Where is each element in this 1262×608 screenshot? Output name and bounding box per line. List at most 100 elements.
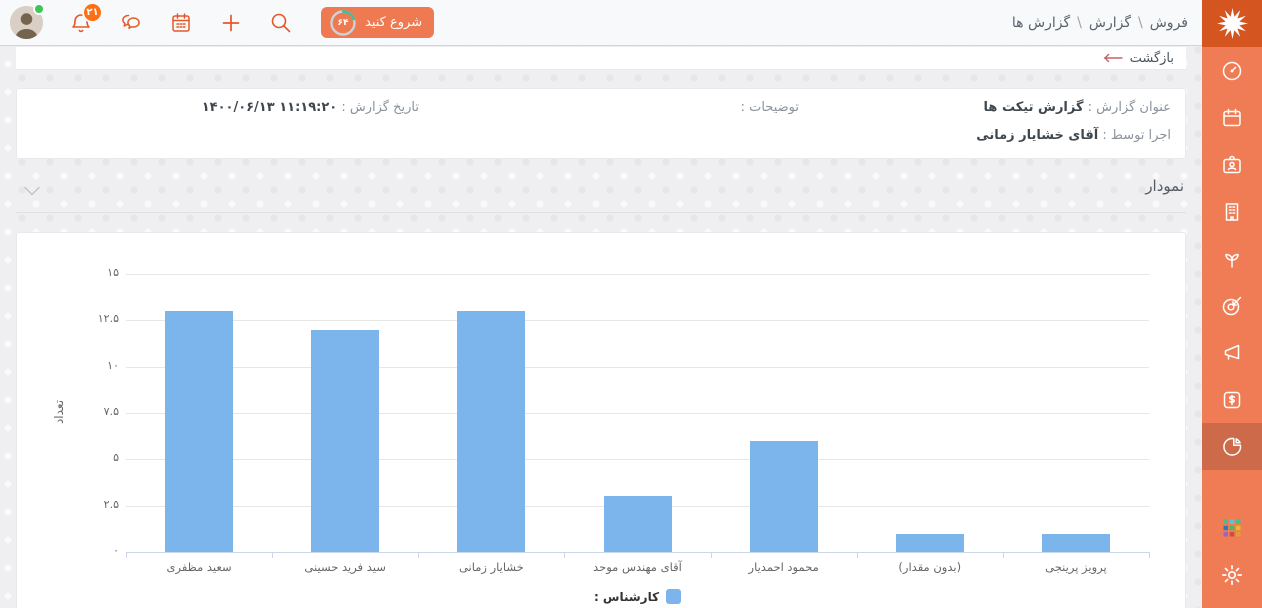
calendar-icon [1220,106,1244,130]
x-axis-tick [1003,552,1004,558]
back-strip: بازگشت [16,47,1186,70]
chart-bar[interactable] [1042,534,1110,553]
chart-card: تعداد کارشناس : ۰۲.۵۵۷.۵۱۰۱۲.۵۱۵سعید مظف… [16,232,1186,608]
notification-badge[interactable]: ۲۱ [82,2,103,23]
progress-gauge: ۶۴ [329,9,357,37]
megaphone-icon [1220,341,1244,365]
gridline [126,274,1149,275]
y-tick-label: ۱۵ [57,266,119,279]
sidebar-item-apps[interactable] [1202,504,1262,551]
chart-bar[interactable] [896,534,964,553]
report-info-card: عنوان گزارش : گزارش تیکت ها توضیحات : تا… [16,88,1186,159]
x-axis-tick [711,552,712,558]
chart-bar[interactable] [165,311,233,552]
back-button[interactable]: بازگشت [1103,51,1174,66]
breadcrumb: فروش \ گزارش \ گزارش ها [1012,15,1188,31]
dollar-invoice-icon [1220,388,1244,412]
chart-section-title: نمودار [1145,177,1184,195]
target-icon [1220,294,1244,318]
chart-bar[interactable] [457,311,525,552]
top-bar: فروش \ گزارش \ گزارش ها شروع کنید ۶۴ [0,0,1202,46]
section-divider [16,212,1186,213]
x-axis-label: سید فرید حسینی [272,560,418,574]
report-date-label: تاریخ گزارش : [341,100,419,115]
gauge-value: ۶۴ [329,9,357,37]
start-button[interactable]: شروع کنید ۶۴ [321,7,434,38]
report-date-field: تاریخ گزارش : ۱۴۰۰/۰۶/۱۳ ۱۱:۱۹:۲۰ [202,100,419,115]
x-axis-tick [126,552,127,558]
x-axis-tick [1149,552,1150,558]
apps-grid-icon [1220,516,1244,540]
sidebar-item-settings[interactable] [1202,551,1262,598]
y-tick-label: ۲.۵ [57,498,119,511]
report-date-value: ۱۴۰۰/۰۶/۱۳ ۱۱:۱۹:۲۰ [202,100,338,115]
legend-label: کارشناس : [594,590,659,604]
x-axis-label: (بدون مقدار) [857,560,1003,574]
x-axis-label: پرویز پرینجی [1003,560,1149,574]
report-description-field: توضیحات : [741,100,799,115]
notifications[interactable]: ۲۱ [69,11,93,35]
x-axis-label: خشایار زمانی [418,560,564,574]
x-axis-label: آقای مهندس موحد [564,560,710,574]
back-arrow-icon [1103,53,1123,63]
calendar-icon[interactable] [169,11,193,35]
sidebar-item-organizations[interactable] [1202,188,1262,235]
app-logo[interactable] [1202,0,1262,47]
avatar[interactable] [10,6,43,39]
report-description-label: توضیحات : [741,100,799,115]
sidebar-gap [1202,470,1262,504]
chevron-down-icon[interactable] [24,181,40,191]
report-title-field: عنوان گزارش : گزارش تیکت ها [984,100,1171,115]
report-title-label: عنوان گزارش : [1088,100,1171,115]
sidebar-item-billing[interactable] [1202,376,1262,423]
y-tick-label: ۱۰ [57,359,119,372]
sidebar-item-dashboard[interactable] [1202,47,1262,94]
sidebar-item-contacts[interactable] [1202,141,1262,188]
gridline [126,367,1149,368]
report-runby-field: اجرا توسط : آقای خشایار زمانی [976,128,1171,143]
chart-bar[interactable] [311,330,379,552]
breadcrumb-reports[interactable]: گزارش ها [1012,15,1070,31]
sprout-icon [1220,247,1244,271]
sidebar-item-goals[interactable] [1202,282,1262,329]
chart-legend[interactable]: کارشناس : [126,589,1149,604]
sidebar-item-calendar[interactable] [1202,94,1262,141]
gridline [126,413,1149,414]
sidebar-item-growth[interactable] [1202,235,1262,282]
gauge-icon [1220,59,1244,83]
id-card-icon [1220,153,1244,177]
pie-chart-icon [1220,435,1244,459]
breadcrumb-sales[interactable]: فروش [1150,15,1188,31]
x-axis-label: محمود احمدیار [711,560,857,574]
legend-swatch [666,589,681,604]
x-axis-tick [418,552,419,558]
report-title-value: گزارش تیکت ها [984,100,1084,115]
building-icon [1220,200,1244,224]
report-runby-label: اجرا توسط : [1102,128,1171,143]
start-button-label: شروع کنید [365,15,422,30]
y-tick-label: ۰ [57,544,119,557]
reports-page: { "header": { "breadcrumb": ["فروش", "گز… [0,0,1262,608]
report-runby-value: آقای خشایار زمانی [976,128,1098,143]
sidebar-item-reports[interactable] [1202,423,1262,470]
flower-logo-icon [1216,7,1249,40]
search-icon[interactable] [269,11,293,35]
online-status-dot [33,3,45,15]
y-tick-label: ۷.۵ [57,405,119,418]
sidebar-item-marketing[interactable] [1202,329,1262,376]
chat-icon[interactable] [119,11,143,35]
x-axis-line [126,552,1149,553]
chart-bar[interactable] [750,441,818,552]
gridline [126,320,1149,321]
chart-bar[interactable] [604,496,672,552]
breadcrumb-report[interactable]: گزارش [1089,15,1131,31]
breadcrumb-separator: \ [1138,15,1143,31]
x-axis-label: سعید مظفری [126,560,272,574]
back-label: بازگشت [1130,51,1174,66]
x-axis-tick [564,552,565,558]
gridline [126,459,1149,460]
plus-icon[interactable] [219,11,243,35]
bar-chart: تعداد کارشناس : ۰۲.۵۵۷.۵۱۰۱۲.۵۱۵سعید مظف… [17,233,1185,608]
settings-gear-icon [1220,563,1244,587]
x-axis-tick [272,552,273,558]
